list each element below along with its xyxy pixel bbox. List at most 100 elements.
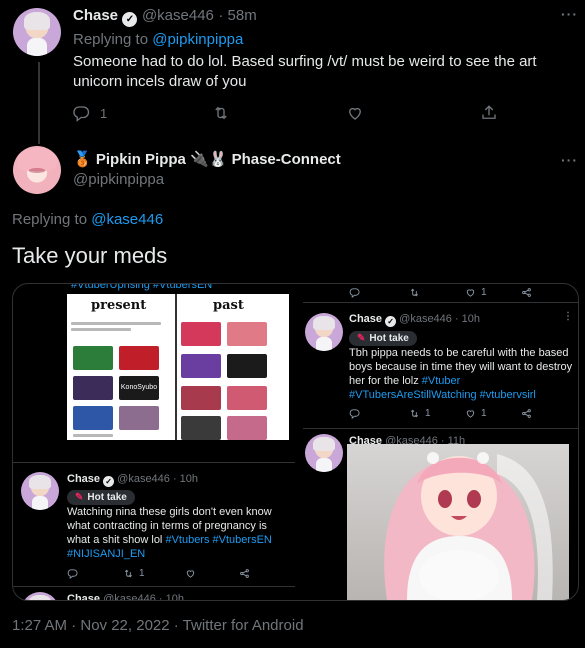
embed-author-name: Chase — [67, 593, 101, 601]
reply-author-handle[interactable]: @kase446 — [142, 7, 214, 24]
heart-icon — [349, 107, 361, 120]
reply-tweet-header: Chase ✓ @kase446 · 58m — [73, 7, 257, 27]
video-thumbnail — [119, 346, 159, 370]
main-author-name[interactable]: Pipkin Pippa — [96, 151, 186, 168]
verified-badge-icon: ✓ — [103, 476, 115, 487]
main-tweet-text: Take your meds — [12, 243, 168, 268]
avatar — [305, 434, 343, 472]
retweet-button[interactable] — [212, 104, 230, 122]
hot-take-label: Hot take — [369, 333, 409, 344]
reply-timestamp[interactable]: · 58m — [218, 7, 256, 24]
text-line — [71, 328, 131, 331]
text-line — [73, 434, 113, 437]
video-thumbnail — [181, 386, 221, 410]
avatar — [21, 592, 59, 600]
embed-like-icon: 1 — [465, 287, 487, 298]
hot-take-badge: ✎ Hot take — [349, 328, 417, 346]
avatar — [305, 313, 343, 351]
pen-icon: ✎ — [75, 492, 84, 503]
video-thumbnail — [119, 406, 159, 430]
hot-take-badge: ✎ Hot take — [67, 487, 135, 505]
embed-reply-icon — [349, 408, 360, 419]
embed-retweet-count: 1 — [425, 408, 431, 419]
anime-girl-illustration — [384, 452, 553, 600]
embed-author-name: Chase — [67, 473, 101, 485]
avatar[interactable] — [13, 8, 61, 56]
sheet-present-header: present — [91, 298, 147, 313]
replying-to-label: Replying to — [73, 31, 149, 48]
reply-tweet-text: Someone had to do lol. Based surfing /vt… — [73, 53, 537, 90]
embed-top-banner: #VtuberUprising #VtubersEN — [71, 283, 213, 291]
anime-artwork-image — [347, 444, 569, 600]
reply-button[interactable]: 1 — [72, 104, 107, 122]
embed-left-tweet-header: Chase ✓ @kase446 · 10h — [67, 472, 198, 487]
embed-retweet-icon: 1 — [409, 408, 431, 419]
embed-author-handle: @kase446 · 10h — [103, 593, 184, 601]
embed-like-count: 1 — [481, 408, 487, 419]
main-author-handle[interactable]: @pipkinpippa — [73, 171, 164, 188]
divider — [303, 302, 578, 303]
reply-icon — [73, 106, 90, 122]
video-thumbnail: KonoSyubo — [119, 376, 159, 400]
video-thumbnail — [181, 416, 221, 440]
tweet-timestamp-footer[interactable]: 1:27 AM · Nov 22, 2022 · Twitter for And… — [12, 617, 304, 634]
sheet-past-header: past — [213, 298, 244, 313]
main-author-org[interactable]: Phase-Connect — [232, 151, 341, 168]
embed-retweet-icon: 1 — [123, 568, 145, 579]
replying-to-link[interactable]: @kase446 — [91, 211, 163, 228]
embed-like-count: 1 — [481, 287, 487, 298]
avatar[interactable] — [13, 146, 61, 194]
embed-share-icon — [521, 408, 532, 419]
pen-icon: ✎ — [357, 333, 366, 344]
video-thumbnail — [227, 386, 267, 410]
embed-next-tweet-header: Chase @kase446 · 10h — [67, 592, 184, 601]
more-options-icon[interactable]: ··· — [561, 6, 578, 22]
embed-reply-icon — [67, 568, 78, 579]
reply-replying-to: Replying to @pipkinpippa — [73, 31, 243, 48]
video-thumbnail — [73, 376, 113, 400]
embed-tweet-body: Tbh pippa needs to be careful with the b… — [349, 347, 573, 387]
thread-connector-line — [38, 62, 40, 144]
share-button[interactable] — [480, 104, 498, 122]
embed-author-handle: @kase446 · 10h — [399, 313, 481, 325]
embed-reply-icon — [349, 287, 360, 298]
medal-emoji: 🥉 — [73, 151, 92, 168]
replying-to-label: Replying to — [12, 211, 88, 228]
main-tweet-header: 🥉 Pipkin Pippa 🔌🐰 Phase-Connect — [73, 150, 341, 168]
sheet-divider — [175, 294, 177, 440]
divider — [13, 462, 295, 463]
embed-share-icon — [239, 568, 250, 579]
embed-right-tweet-text: Tbh pippa needs to be careful with the b… — [349, 346, 573, 402]
embed-like-icon — [185, 568, 196, 579]
video-thumbnail — [227, 322, 267, 346]
embed-left-tweet-text: Watching nina these girls don't even kno… — [67, 505, 289, 561]
video-thumbnail — [227, 416, 267, 440]
like-button[interactable] — [346, 104, 364, 122]
more-options-icon[interactable]: ··· — [561, 152, 578, 168]
verified-badge-icon: ✓ — [122, 12, 138, 27]
video-thumbnail — [73, 406, 113, 430]
video-thumbnail — [181, 354, 221, 378]
hot-take-label: Hot take — [87, 492, 127, 503]
plug-bunny-emoji: 🔌🐰 — [190, 151, 228, 168]
share-icon — [482, 105, 496, 119]
tweet-media-image[interactable]: #VtuberUprising #VtubersEN present past … — [12, 283, 579, 601]
embed-share-icon — [521, 287, 532, 298]
reply-author-name[interactable]: Chase — [73, 7, 118, 24]
divider — [303, 428, 578, 429]
embed-author-handle: @kase446 · 10h — [117, 473, 199, 485]
embed-author-name: Chase — [349, 313, 383, 325]
retweet-icon — [215, 106, 227, 120]
avatar — [21, 472, 59, 510]
main-replying-to: Replying to @kase446 — [12, 211, 163, 228]
video-thumbnail — [73, 346, 113, 370]
embed-right-tweet-header: Chase ✓ @kase446 · 10h — [349, 312, 480, 327]
replying-to-link[interactable]: @pipkinpippa — [152, 31, 243, 48]
embed-retweet-icon — [409, 287, 420, 298]
text-line — [71, 322, 161, 325]
more-options-icon: ⋮ — [563, 311, 574, 322]
verified-badge-icon: ✓ — [385, 316, 397, 327]
comparison-sheet: present past KonoSyubo — [67, 294, 289, 440]
reply-count: 1 — [100, 105, 108, 121]
video-thumbnail — [227, 354, 267, 378]
